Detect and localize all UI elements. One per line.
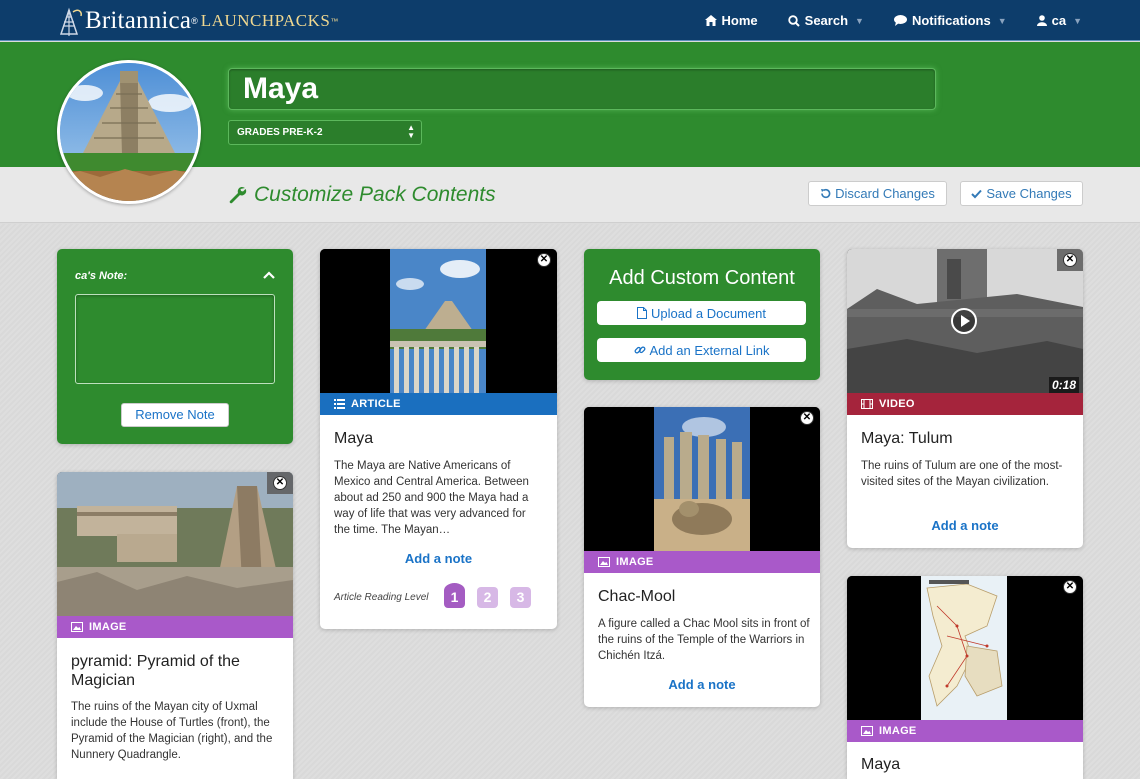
type-bar-image: IMAGE bbox=[847, 720, 1083, 742]
search-icon bbox=[787, 14, 800, 27]
reading-level-1-button[interactable]: 1 bbox=[444, 583, 465, 608]
nav-search-label: Search bbox=[804, 13, 849, 28]
add-external-link-label: Add an External Link bbox=[649, 342, 770, 358]
discard-changes-button[interactable]: Discard Changes bbox=[808, 181, 947, 206]
britannica-logo[interactable]: Britannica ® LaunchPacks ™ bbox=[57, 4, 338, 38]
chevron-down-icon: ▼ bbox=[855, 15, 864, 26]
pyramid-magician-photo bbox=[57, 472, 293, 616]
chevron-down-icon: ▼ bbox=[1073, 15, 1082, 26]
reading-level-2-button[interactable]: 2 bbox=[477, 587, 498, 608]
card-description: A figure called a Chac Mool sits in fron… bbox=[598, 618, 810, 662]
article-photo bbox=[320, 249, 557, 393]
top-nav: Britannica ® LaunchPacks ™ Home Search ▼… bbox=[0, 0, 1140, 41]
card-title: Maya bbox=[334, 430, 374, 447]
save-changes-label: Save Changes bbox=[986, 186, 1072, 201]
card-type-label: IMAGE bbox=[89, 621, 127, 633]
nav-home[interactable]: Home bbox=[704, 13, 758, 28]
nav-notifications[interactable]: Notifications ▼ bbox=[893, 13, 1007, 28]
chac-mool-image-card[interactable]: ✕ IMAGE Chac-Mool A figure called a Chac… bbox=[584, 407, 820, 707]
image-icon bbox=[861, 726, 873, 736]
thistle-logo-icon bbox=[57, 4, 83, 38]
brand-registered-mark: ® bbox=[191, 16, 198, 26]
note-card: ca's Note: Remove Note bbox=[57, 249, 293, 444]
remove-note-button[interactable]: Remove Note bbox=[121, 403, 229, 427]
pack-title-input[interactable] bbox=[228, 68, 936, 110]
user-icon bbox=[1036, 15, 1047, 26]
card-title: Chac-Mool bbox=[598, 588, 676, 605]
pyramid-photo bbox=[60, 63, 198, 201]
grade-level-select[interactable]: GRADES PRE-K-2 ▲ ▼ bbox=[228, 120, 422, 145]
video-duration: 0:18 bbox=[1048, 377, 1079, 393]
add-note-link[interactable]: Add a note bbox=[847, 518, 1083, 533]
type-bar-image: IMAGE bbox=[584, 551, 820, 573]
add-external-link-button[interactable]: Add an External Link bbox=[597, 338, 806, 362]
maya-map-image-card[interactable]: ✕ IMAGE Maya bbox=[847, 576, 1083, 779]
list-icon bbox=[334, 399, 345, 409]
add-custom-content-title: Add Custom Content bbox=[609, 267, 795, 289]
type-bar-image: IMAGE bbox=[57, 616, 293, 638]
reading-level-3-button[interactable]: 3 bbox=[510, 587, 531, 608]
image-icon bbox=[71, 622, 83, 632]
card-title: pyramid: Pyramid of the Magician bbox=[71, 653, 240, 689]
maya-map-image bbox=[847, 576, 1083, 720]
upload-document-button[interactable]: Upload a Document bbox=[597, 301, 806, 325]
close-icon[interactable]: ✕ bbox=[800, 411, 814, 425]
image-icon bbox=[598, 557, 610, 567]
grade-level-value: GRADES PRE-K-2 bbox=[237, 127, 323, 138]
card-type-label: IMAGE bbox=[879, 725, 917, 737]
chevron-down-icon: ▼ bbox=[997, 15, 1007, 26]
chevron-up-icon[interactable] bbox=[263, 271, 275, 279]
add-note-link[interactable]: Add a note bbox=[584, 677, 820, 692]
product-name: LaunchPacks bbox=[200, 11, 331, 30]
customize-heading-text: Customize Pack Contents bbox=[254, 183, 496, 206]
undo-icon bbox=[821, 188, 831, 199]
document-icon bbox=[637, 307, 648, 319]
play-button-icon[interactable] bbox=[951, 308, 977, 334]
nav-notifications-label: Notifications bbox=[911, 13, 991, 28]
close-icon[interactable]: ✕ bbox=[537, 253, 551, 267]
chac-mool-photo bbox=[584, 407, 820, 551]
card-description: The ruins of the Mayan city of Uxmal inc… bbox=[71, 701, 273, 761]
upload-document-label: Upload a Document bbox=[651, 305, 766, 321]
add-custom-content-card: Add Custom Content Upload a Document Add… bbox=[584, 249, 820, 380]
close-icon[interactable]: ✕ bbox=[1063, 580, 1077, 594]
wrench-icon bbox=[229, 186, 247, 204]
maya-article-card[interactable]: ✕ ARTICLE Maya The Maya are Native Ameri… bbox=[320, 249, 557, 629]
nav-search[interactable]: Search ▼ bbox=[787, 13, 864, 28]
speech-bubble-icon bbox=[893, 15, 907, 26]
customize-heading: Customize Pack Contents bbox=[228, 183, 496, 207]
type-bar-article: ARTICLE bbox=[320, 393, 557, 415]
card-type-label: VIDEO bbox=[879, 398, 915, 410]
add-note-link[interactable]: Add a note bbox=[320, 551, 557, 566]
close-icon[interactable]: ✕ bbox=[1063, 253, 1077, 267]
note-label: ca's Note: bbox=[75, 270, 128, 282]
nav-home-label: Home bbox=[721, 13, 758, 28]
card-description: The ruins of Tulum are one of the most-v… bbox=[861, 460, 1063, 488]
discard-changes-label: Discard Changes bbox=[835, 186, 935, 201]
product-trademark: ™ bbox=[330, 16, 339, 26]
note-textarea[interactable] bbox=[75, 294, 275, 384]
tulum-video-card[interactable]: 0:18 ✕ VIDEO Maya: Tulum The ruins of Tu… bbox=[847, 249, 1083, 548]
save-changes-button[interactable]: Save Changes bbox=[960, 181, 1083, 206]
brand-name: Britannica bbox=[85, 7, 192, 34]
card-description: The Maya are Native Americans of Mexico … bbox=[334, 460, 529, 536]
home-icon bbox=[704, 15, 717, 26]
card-title: Maya bbox=[861, 756, 901, 773]
reading-level-label: Article Reading Level bbox=[334, 592, 429, 603]
link-icon bbox=[634, 346, 645, 354]
card-type-label: ARTICLE bbox=[351, 398, 401, 410]
select-arrows-icon: ▲ ▼ bbox=[407, 123, 415, 140]
card-type-label: IMAGE bbox=[616, 556, 654, 568]
nav-user-label: ca bbox=[1051, 13, 1067, 28]
check-icon bbox=[971, 189, 983, 198]
film-icon bbox=[861, 399, 873, 409]
pyramid-image-card[interactable]: ✕ IMAGE pyramid: Pyramid of the Magician… bbox=[57, 472, 293, 779]
close-icon[interactable]: ✕ bbox=[273, 476, 287, 490]
type-bar-video: VIDEO bbox=[847, 393, 1083, 415]
pack-avatar[interactable] bbox=[57, 60, 201, 204]
card-title: Maya: Tulum bbox=[861, 430, 953, 447]
nav-user-menu[interactable]: ca ▼ bbox=[1036, 13, 1082, 28]
